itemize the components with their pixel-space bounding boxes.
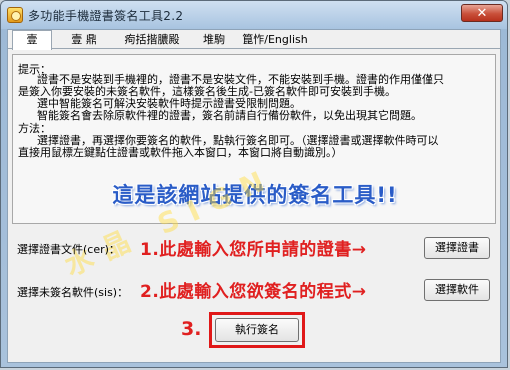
- tab-2[interactable]: 壹 鼎: [60, 32, 108, 49]
- hint-line: 智能簽名會去除原軟件裡的證書，簽名前請自行備份軟件，以免出現其它問題。: [37, 109, 422, 122]
- select-cert-button[interactable]: 選擇證書: [424, 237, 490, 259]
- app-window: 多功能手機證書簽名工具2.2 ✕ 壹 壹 鼎 痀括揩膿殿 堆駒 箟怍/Engli…: [0, 0, 508, 368]
- cert-label: 選擇證書文件(cer)：: [17, 243, 120, 256]
- tab-3[interactable]: 痀括揩膿殿: [112, 32, 192, 49]
- window-title: 多功能手機證書簽名工具2.2: [28, 9, 184, 23]
- app-icon: [7, 7, 23, 23]
- execute-sign-button[interactable]: 執行簽名: [215, 318, 299, 342]
- tab-main[interactable]: 壹: [12, 30, 52, 50]
- hint-line: 直接用鼠標左鍵點住證書或軟件拖入本窗口，本窗口將自動識別。）: [18, 146, 343, 159]
- tab-4[interactable]: 堆駒: [194, 32, 234, 49]
- client-area: 壹 壹 鼎 痀括揩膿殿 堆駒 箟怍/English 提示： 證書不是安裝到手機裡…: [7, 29, 501, 363]
- exec-step-number: 3.: [181, 318, 202, 340]
- sis-instruction: 2.此處輸入您欲簽名的程式→: [140, 282, 367, 302]
- tab-bar: 壹 壹 鼎 痀括揩膿殿 堆駒 箟怍/English: [8, 30, 500, 50]
- sis-label: 選擇未簽名軟件(sis)：: [17, 286, 129, 299]
- title-bar[interactable]: 多功能手機證書簽名工具2.2 ✕: [1, 1, 507, 29]
- cert-instruction: 1.此處輸入您所申請的證書→: [140, 240, 367, 260]
- tab-language[interactable]: 箟怍/English: [236, 32, 314, 49]
- select-sis-button[interactable]: 選擇軟件: [424, 279, 490, 301]
- close-button[interactable]: ✕: [461, 4, 503, 22]
